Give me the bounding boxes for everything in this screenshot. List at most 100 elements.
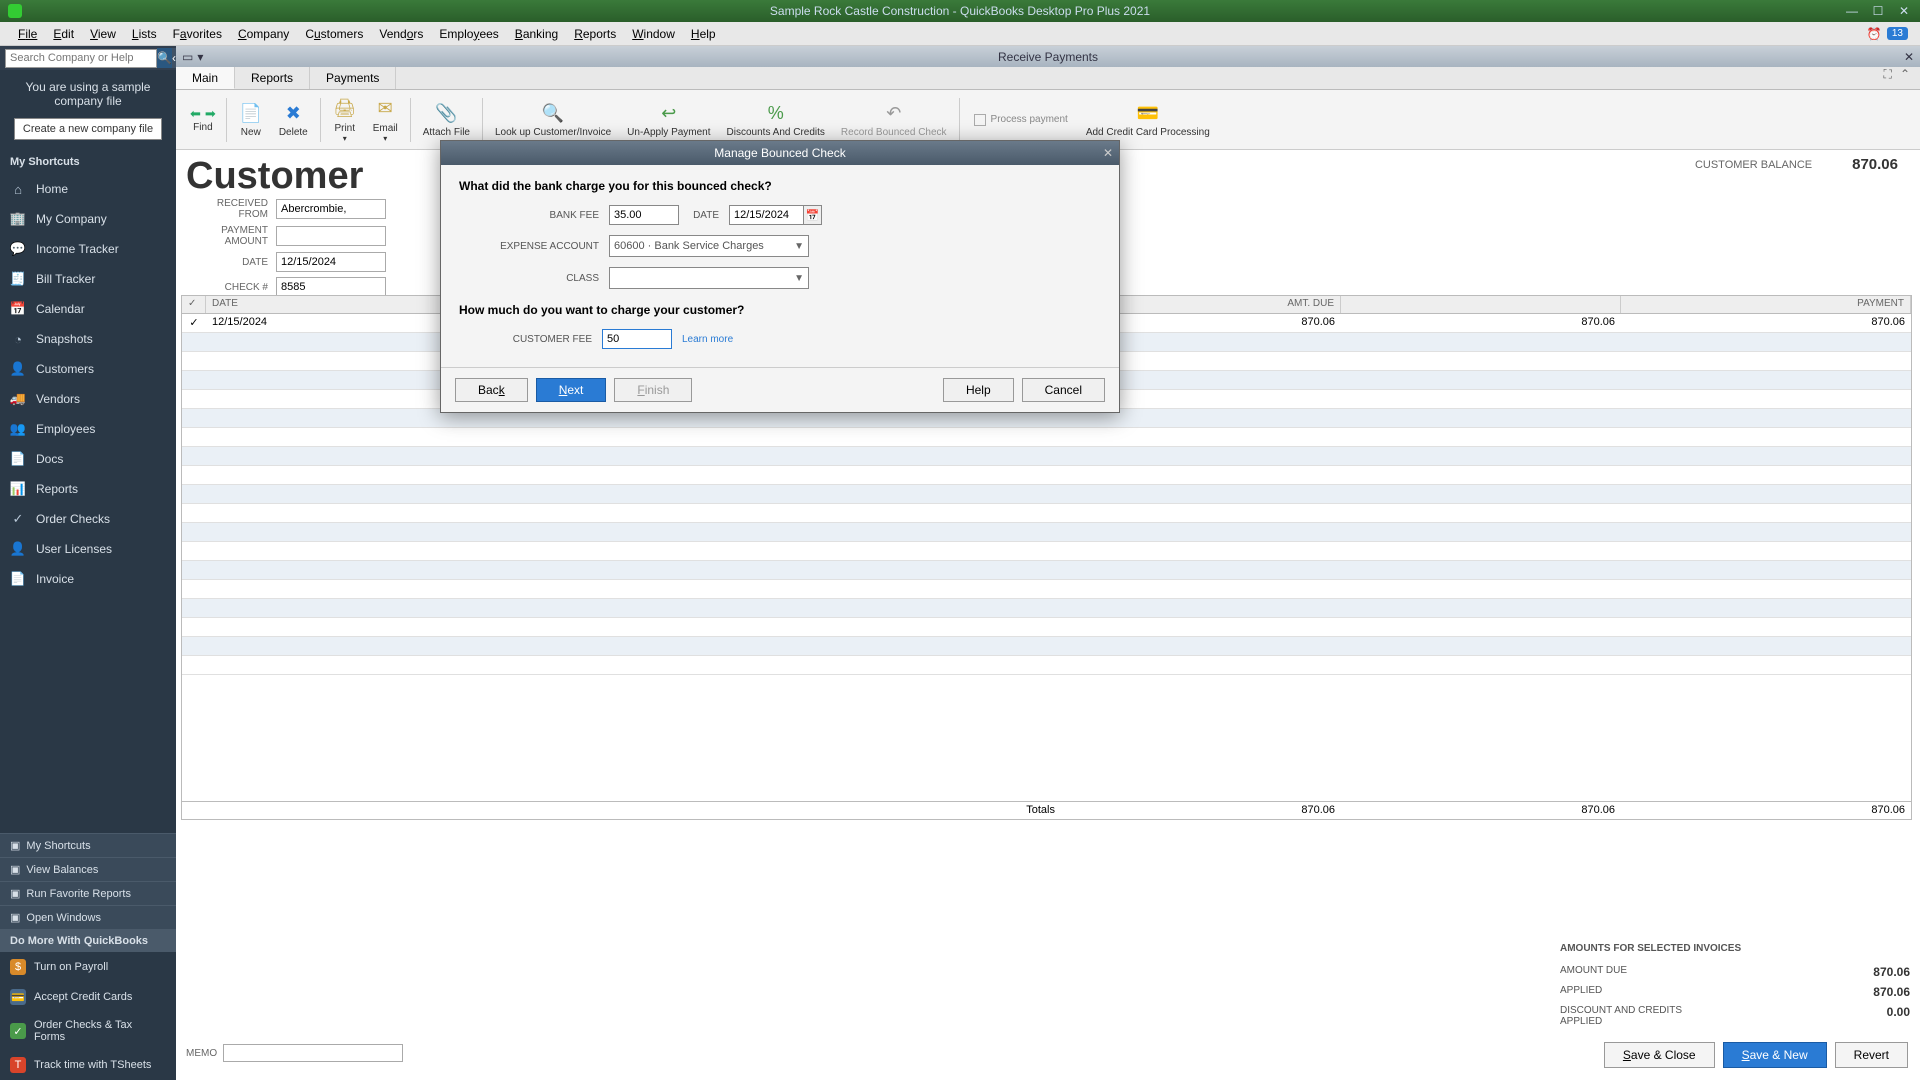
sidebar-item-order-checks[interactable]: ✓Order Checks — [0, 504, 176, 534]
summary-panel: AMOUNTS FOR SELECTED INVOICES AMOUNT DUE… — [1560, 943, 1910, 1030]
menu-reports[interactable]: Reports — [566, 27, 624, 41]
menu-employees[interactable]: Employees — [431, 27, 506, 41]
menu-lists[interactable]: Lists — [124, 27, 165, 41]
cancel-button[interactable]: Cancel — [1022, 378, 1105, 402]
process-payment-checkbox[interactable]: Process payment — [964, 114, 1078, 126]
footer-run-favorite-reports[interactable]: ▣ Run Favorite Reports — [0, 881, 176, 905]
col-payment[interactable]: PAYMENT — [1621, 296, 1911, 313]
next-arrow-icon[interactable]: ➡ — [205, 106, 216, 122]
new-button[interactable]: 📄New — [231, 92, 271, 148]
footer-view-balances[interactable]: ▣ View Balances — [0, 857, 176, 881]
menu-company[interactable]: Company — [230, 27, 297, 41]
modal-date-input[interactable] — [729, 205, 804, 225]
menu-view[interactable]: View — [82, 27, 124, 41]
sidebar-item-reports[interactable]: 📊Reports — [0, 474, 176, 504]
delete-button[interactable]: ✖Delete — [271, 92, 316, 148]
minimize-icon[interactable]: — — [1841, 3, 1863, 19]
footer-turn-on-payroll[interactable]: $Turn on Payroll — [0, 952, 176, 982]
titlebar: Sample Rock Castle Construction - QuickB… — [0, 0, 1920, 22]
footer-open-windows[interactable]: ▣ Open Windows — [0, 905, 176, 929]
save-close-button[interactable]: Save & Close — [1604, 1042, 1715, 1068]
bank-fee-label: BANK FEE — [459, 210, 609, 221]
footer-my-shortcuts[interactable]: ▣ My Shortcuts — [0, 833, 176, 857]
back-button[interactable]: Back — [455, 378, 528, 402]
memo-input[interactable] — [223, 1044, 403, 1062]
subwindow-close-icon[interactable]: ✕ — [1904, 50, 1914, 64]
collapse-icon[interactable]: ⌃ — [1900, 67, 1910, 82]
sidebar-item-bill-tracker[interactable]: 🧾Bill Tracker — [0, 264, 176, 294]
sidebar-item-vendors[interactable]: 🚚Vendors — [0, 384, 176, 414]
sidebar-item-user-licenses[interactable]: 👤User Licenses — [0, 534, 176, 564]
payment-amount-input[interactable] — [276, 226, 386, 246]
sidebar-item-income-tracker[interactable]: 💬Income Tracker — [0, 234, 176, 264]
applied-value: 870.06 — [1873, 985, 1910, 999]
subwindow-title: Receive Payments — [998, 50, 1098, 64]
menu-help[interactable]: Help — [683, 27, 724, 41]
tab-payments[interactable]: Payments — [310, 67, 396, 89]
notification-badge[interactable]: 13 — [1887, 27, 1908, 40]
footer-tsheets[interactable]: TTrack time with TSheets — [0, 1050, 176, 1080]
col-check[interactable]: ✓ — [182, 296, 206, 313]
sidebar-item-customers[interactable]: 👤Customers — [0, 354, 176, 384]
date-input[interactable] — [276, 252, 386, 272]
class-label: CLASS — [459, 273, 609, 284]
finish-button[interactable]: Finish — [614, 378, 692, 402]
reminder-icon[interactable]: ⏰ — [1867, 27, 1882, 41]
menu-customers[interactable]: Customers — [297, 27, 371, 41]
prev-arrow-icon[interactable]: ⬅ — [190, 106, 201, 122]
menu-window[interactable]: Window — [624, 27, 683, 41]
create-company-button[interactable]: Create a new company file — [14, 118, 162, 140]
sidebar-item-snapshots[interactable]: ◔Snapshots — [0, 324, 176, 354]
sidebar-item-employees[interactable]: 👥Employees — [0, 414, 176, 444]
row-check[interactable]: ✓ — [182, 314, 206, 332]
company-icon: 🏢 — [10, 211, 26, 227]
income-icon: 💬 — [10, 241, 26, 257]
menubar: File Edit View Lists Favorites Company C… — [0, 22, 1920, 46]
col-amt-due2[interactable] — [1341, 296, 1621, 313]
customer-fee-input[interactable] — [602, 329, 672, 349]
menu-vendors[interactable]: Vendors — [371, 27, 431, 41]
menu-favorites[interactable]: Favorites — [165, 27, 230, 41]
check-input[interactable] — [276, 277, 386, 297]
subwindow-restore-icon[interactable]: ▭ — [182, 50, 193, 64]
tab-main[interactable]: Main — [176, 67, 235, 89]
search-button[interactable]: 🔍 — [157, 48, 172, 68]
next-button[interactable]: Next — [536, 378, 607, 402]
dialog-close-icon[interactable]: ✕ — [1103, 146, 1113, 160]
footer-accept-cards[interactable]: 💳Accept Credit Cards — [0, 982, 176, 1012]
bank-fee-input[interactable] — [609, 205, 679, 225]
expand-icon[interactable]: ⛶ — [1884, 67, 1892, 82]
save-new-button[interactable]: Save & New — [1723, 1042, 1827, 1068]
received-from-input[interactable] — [276, 199, 386, 219]
subwindow-menu-icon[interactable]: ▾ — [197, 50, 203, 64]
menu-banking[interactable]: Banking — [507, 27, 566, 41]
discount-value: 0.00 — [1887, 1005, 1910, 1027]
sidebar-item-invoice[interactable]: 📄Invoice — [0, 564, 176, 594]
menu-file[interactable]: File — [10, 27, 45, 41]
sidebar-item-home[interactable]: ⌂Home — [0, 174, 176, 204]
sidebar-item-my-company[interactable]: 🏢My Company — [0, 204, 176, 234]
maximize-icon[interactable]: ☐ — [1867, 3, 1889, 19]
find-button[interactable]: Find — [193, 122, 212, 133]
expense-account-label: EXPENSE ACCOUNT — [459, 241, 609, 252]
sidebar-item-docs[interactable]: 📄Docs — [0, 444, 176, 474]
learn-more-link[interactable]: Learn more — [682, 334, 733, 345]
email-button[interactable]: ✉Email▾ — [365, 92, 406, 148]
menu-edit[interactable]: Edit — [45, 27, 82, 41]
expense-account-dropdown[interactable]: 60600 · Bank Service Charges ▼ — [609, 235, 809, 257]
footer-order-checks-forms[interactable]: ✓Order Checks & Tax Forms — [0, 1012, 176, 1050]
customers-icon: 👤 — [10, 361, 26, 377]
close-icon[interactable]: ✕ — [1893, 3, 1915, 19]
class-dropdown[interactable]: ▼ — [609, 267, 809, 289]
sidebar-item-calendar[interactable]: 📅Calendar — [0, 294, 176, 324]
customer-balance-value: 870.06 — [1852, 156, 1898, 173]
tab-reports[interactable]: Reports — [235, 67, 310, 89]
manage-bounced-check-dialog: Manage Bounced Check ✕ What did the bank… — [440, 140, 1120, 413]
help-button[interactable]: Help — [943, 378, 1014, 402]
totals-1: 870.06 — [1061, 802, 1341, 819]
calendar-picker-icon[interactable]: 📅 — [804, 205, 822, 225]
search-input[interactable] — [5, 49, 157, 68]
revert-button[interactable]: Revert — [1835, 1042, 1908, 1068]
print-button[interactable]: 🖨Print▾ — [325, 92, 365, 148]
forms-icon: ✓ — [10, 1023, 26, 1039]
